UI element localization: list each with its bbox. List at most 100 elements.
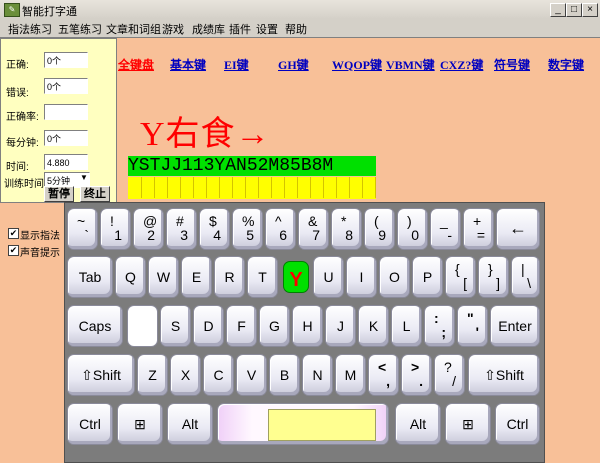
typing-input[interactable] [128,177,376,199]
key-shift-left[interactable]: ⇧Shift [67,354,135,396]
link-cxz-keys[interactable]: CXZ?键 [440,56,483,73]
input-char-cell [154,177,168,198]
key-s[interactable]: S [160,305,191,347]
link-number-keys[interactable]: 数字键 [548,56,584,73]
menu-games[interactable]: 游戏 [162,21,184,37]
key-f[interactable]: F [226,305,257,347]
menu-fingering[interactable]: 指法练习 [8,21,52,37]
key-t[interactable]: T [247,256,278,298]
app-icon: ✎ [4,3,20,17]
key-quote[interactable]: " ' [457,305,488,347]
key-1[interactable]: ! 1 [100,208,131,250]
menu-scores[interactable]: 成绩库 [192,21,225,37]
key-shift-right[interactable]: ⇧Shift [468,354,540,396]
menu-plugins[interactable]: 插件 [229,21,251,37]
key-0[interactable]: ) 0 [397,208,428,250]
maximize-button[interactable]: □ [566,3,582,17]
key-i[interactable]: I [346,256,377,298]
input-char-cell [167,177,181,198]
windows-icon[interactable]: ⊞ [117,403,163,445]
key-7[interactable]: & 7 [298,208,329,250]
key-alt-right[interactable]: Alt [395,403,441,445]
sound-hint-checkbox[interactable]: ✔ [8,245,19,256]
key-d[interactable]: D [193,305,224,347]
key-caps[interactable]: Caps [67,305,123,347]
key-k[interactable]: K [358,305,389,347]
input-char-cell [297,177,311,198]
key-slash[interactable]: ? / [434,354,465,396]
stop-button[interactable]: 终止 [80,186,110,202]
key-backspace[interactable]: ← [496,208,540,250]
close-button[interactable]: × [582,3,598,17]
key-j[interactable]: J [325,305,356,347]
menu-help[interactable]: 帮助 [285,21,307,37]
key-3[interactable]: #3 [166,208,197,250]
wrong-value: 0个 [44,78,88,94]
menu-settings[interactable]: 设置 [256,21,278,37]
key-z[interactable]: Z [137,354,168,396]
rate-value [44,104,88,120]
key-backtick[interactable]: ~ ` [67,208,98,250]
key-2[interactable]: @2 [133,208,164,250]
key-b[interactable]: B [269,354,300,396]
key-semicolon[interactable]: :; [424,305,455,347]
link-gh-keys[interactable]: GH键 [278,56,309,73]
chevron-down-icon[interactable]: ▼ [80,173,88,182]
key-equals[interactable]: + = [463,208,494,250]
key-u[interactable]: U [313,256,344,298]
key-minus[interactable]: _ - [430,208,461,250]
menu-articles[interactable]: 文章和词组 [106,21,161,37]
key-n[interactable]: N [302,354,333,396]
key-m[interactable]: M [335,354,366,396]
key-e[interactable]: E [181,256,212,298]
key-h[interactable]: H [292,305,323,347]
key-tab[interactable]: Tab [67,256,113,298]
key-v[interactable]: V [236,354,267,396]
key-c[interactable]: C [203,354,234,396]
link-wqop-keys[interactable]: WQOP键 [332,56,382,73]
input-char-cell [323,177,337,198]
link-vbmn-keys[interactable]: VBMN键 [386,56,435,73]
menu-wubi[interactable]: 五笔练习 [58,21,102,37]
pause-button[interactable]: 暂停 [44,186,74,202]
key-space[interactable] [217,403,389,445]
key-period[interactable]: >. [401,354,432,396]
key-ctrl-right[interactable]: Ctrl [495,403,540,445]
key-ctrl-left[interactable]: Ctrl [67,403,113,445]
key-close-bracket[interactable]: }] [478,256,509,298]
input-char-cell [336,177,350,198]
key-backslash[interactable]: | \ [511,256,540,298]
key-8[interactable]: * 8 [331,208,362,250]
key-4[interactable]: $4 [199,208,230,250]
key-l[interactable]: L [391,305,422,347]
key-o[interactable]: O [379,256,410,298]
key-w[interactable]: W [148,256,179,298]
key-5[interactable]: % 5 [232,208,263,250]
input-char-cell [271,177,285,198]
key-q[interactable]: Q [115,256,146,298]
key-y-highlighted[interactable]: Y [283,261,309,293]
input-char-cell [245,177,259,198]
key-9[interactable]: (9 [364,208,395,250]
key-a[interactable] [127,305,158,347]
minimize-button[interactable]: _ [550,3,566,17]
key-comma[interactable]: <, [368,354,399,396]
key-open-bracket[interactable]: {[ [445,256,476,298]
key-alt-left[interactable]: Alt [167,403,213,445]
link-ei-keys[interactable]: EI键 [224,56,249,73]
link-basic-keys[interactable]: 基本键 [170,56,206,73]
input-char-cell [219,177,233,198]
space-indicator [268,409,376,441]
key-p[interactable]: P [412,256,443,298]
windows-icon[interactable]: ⊞ [445,403,491,445]
key-6[interactable]: ^ 6 [265,208,296,250]
key-g[interactable]: G [259,305,290,347]
key-r[interactable]: R [214,256,245,298]
show-fingering-checkbox[interactable]: ✔ [8,228,19,239]
input-char-cell [128,177,142,198]
finger-hint: Y右食→ [140,116,271,153]
key-x[interactable]: X [170,354,201,396]
link-symbol-keys[interactable]: 符号键 [494,56,530,73]
key-enter[interactable]: Enter [490,305,540,347]
link-full-keyboard[interactable]: 全键盘 [118,56,154,73]
